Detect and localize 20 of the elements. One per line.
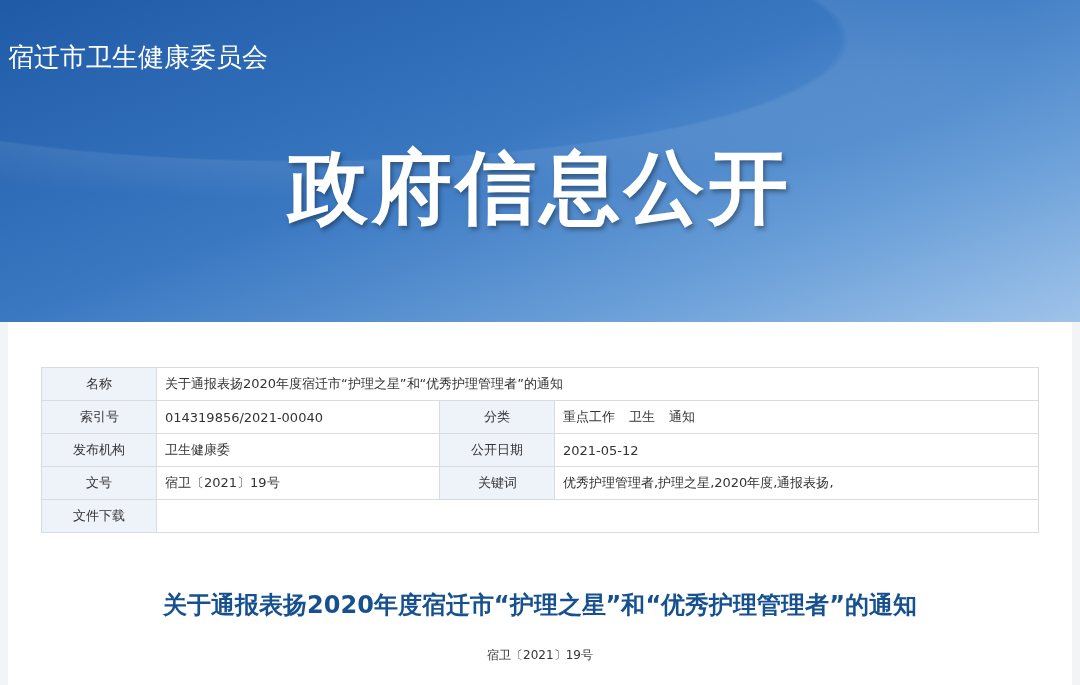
article-title: 关于通报表扬2020年度宿迁市“护理之星”和“优秀护理管理者”的通知 (162, 590, 918, 621)
table-value: 优秀护理管理者,护理之星,2020年度,通报表扬, (563, 474, 834, 492)
table-cell: 014319856/2021-00040 (157, 401, 440, 434)
banner-title: 政府信息公开 (285, 140, 793, 236)
table-value: 卫生 (629, 408, 655, 426)
table-value: 2021-05-12 (563, 442, 639, 458)
table-label: 关键词 (440, 467, 555, 500)
table-label: 公开日期 (440, 434, 555, 467)
table-cell: 卫生健康委 (157, 434, 440, 467)
table-label: 文件下载 (42, 500, 157, 533)
table-label: 索引号 (42, 401, 157, 434)
table-label: 文号 (42, 467, 157, 500)
document-number: 宿卫〔2021〕19号 (486, 647, 594, 664)
table-value: 重点工作 (563, 408, 615, 426)
table-label: 名称 (42, 368, 157, 401)
table-label: 发布机构 (42, 434, 157, 467)
site-name: 宿迁市卫生健康委员会 (7, 41, 269, 74)
table-cell: 宿卫〔2021〕19号 (157, 467, 440, 500)
table-label: 分类 (440, 401, 555, 434)
table-value: 通知 (669, 408, 695, 426)
